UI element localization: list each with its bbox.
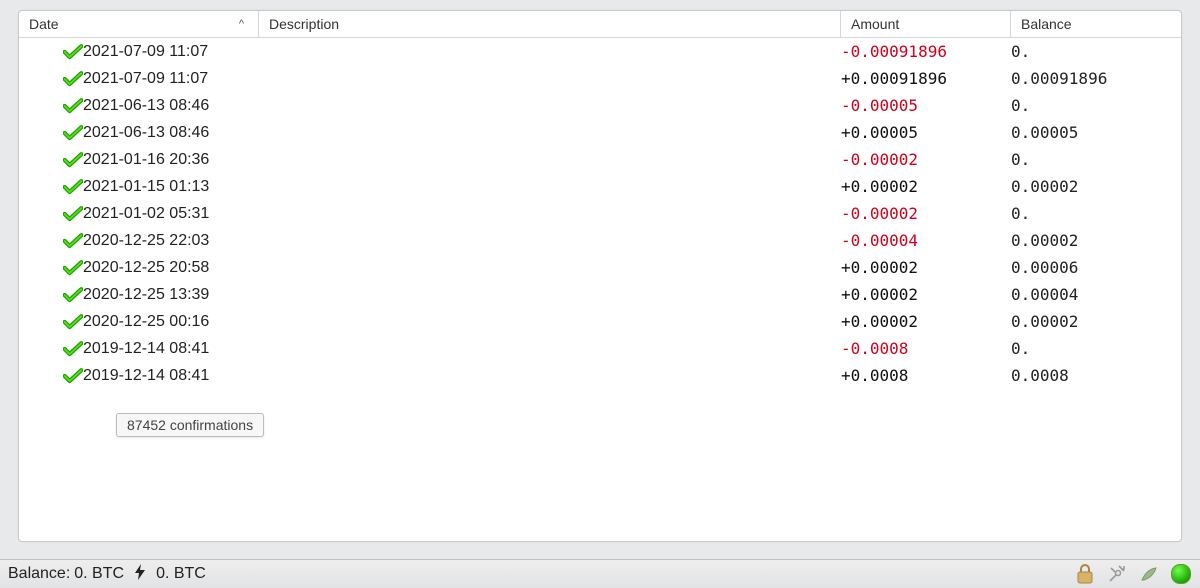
transaction-row[interactable]: 2020-12-25 20:58 +0.000020.00006: [19, 254, 1181, 281]
sort-ascending-icon: ^: [239, 18, 244, 30]
cell-date: 2021-06-13 08:46: [83, 124, 279, 142]
cell-amount: -0.0008: [841, 339, 1011, 358]
transaction-row[interactable]: 2019-12-14 08:41 -0.00080.: [19, 335, 1181, 362]
cell-date: 2020-12-25 13:39: [83, 286, 279, 304]
transaction-row[interactable]: 2021-07-09 11:07 -0.000918960.: [19, 38, 1181, 65]
cell-amount: +0.0008: [841, 366, 1011, 385]
transaction-rows: 2021-07-09 11:07-0.000918960.2021-07-09 …: [19, 38, 1181, 541]
column-header-balance[interactable]: Balance: [1011, 11, 1181, 37]
tooltip-text: 87452 confirmations: [127, 417, 253, 433]
cell-balance: 0.00002: [1011, 177, 1181, 196]
cell-date: 2019-12-14 08:41: [83, 367, 279, 385]
cell-date: 2021-07-09 11:07: [83, 70, 279, 88]
cell-balance: 0.00005: [1011, 123, 1181, 142]
lock-icon[interactable]: [1074, 563, 1096, 585]
cell-balance: 0.: [1011, 150, 1181, 169]
cell-balance: 0.00002: [1011, 312, 1181, 331]
cell-date: 2021-07-09 11:07: [83, 43, 279, 61]
status-bar: Balance: 0. BTC 0. BTC: [0, 559, 1200, 588]
cell-amount: +0.00005: [841, 123, 1011, 142]
lightning-balance: 0. BTC: [156, 565, 206, 583]
cell-date: 2021-06-13 08:46: [83, 97, 279, 115]
confirmed-icon: [63, 260, 83, 276]
cell-amount: -0.00004: [841, 231, 1011, 250]
confirmed-icon: [63, 98, 83, 114]
tools-icon[interactable]: [1106, 563, 1128, 585]
transaction-row[interactable]: 2021-01-02 05:31 -0.000020.: [19, 200, 1181, 227]
balance-label: Balance:: [8, 565, 70, 583]
cell-balance: 0.00091896: [1011, 69, 1181, 88]
confirmed-icon: [63, 206, 83, 222]
network-status-icon[interactable]: [1170, 563, 1192, 585]
cell-balance: 0.: [1011, 42, 1181, 61]
cell-balance: 0.: [1011, 204, 1181, 223]
cell-date: 2021-01-16 20:36: [83, 151, 279, 169]
seed-icon[interactable]: [1138, 563, 1160, 585]
confirmed-icon: [63, 125, 83, 141]
column-label: Amount: [851, 16, 899, 32]
column-label: Description: [269, 16, 339, 32]
transaction-row[interactable]: 2021-01-16 20:36 -0.000020.: [19, 146, 1181, 173]
transaction-row[interactable]: 2020-12-25 13:39 +0.000020.00004: [19, 281, 1181, 308]
confirmed-icon: [63, 314, 83, 330]
cell-amount: +0.00002: [841, 177, 1011, 196]
balance-value: 0. BTC: [74, 565, 124, 583]
cell-amount: +0.00002: [841, 258, 1011, 277]
column-label: Balance: [1021, 16, 1072, 32]
confirmed-icon: [63, 44, 83, 60]
column-header-description[interactable]: Description: [259, 11, 841, 37]
column-header-date[interactable]: Date ^: [19, 11, 259, 37]
confirmed-icon: [63, 287, 83, 303]
cell-date: 2021-01-15 01:13: [83, 178, 279, 196]
confirmations-tooltip: 87452 confirmations: [116, 413, 264, 437]
cell-amount: -0.00091896: [841, 42, 1011, 61]
column-header-amount[interactable]: Amount: [841, 11, 1011, 37]
confirmed-icon: [63, 341, 83, 357]
cell-amount: +0.00091896: [841, 69, 1011, 88]
transaction-row[interactable]: 2019-12-14 08:41 +0.00080.0008: [19, 362, 1181, 389]
confirmed-icon: [63, 233, 83, 249]
transaction-row[interactable]: 2021-07-09 11:07 +0.000918960.00091896: [19, 65, 1181, 92]
status-bar-right: [1074, 563, 1192, 585]
confirmed-icon: [63, 179, 83, 195]
cell-balance: 0.00006: [1011, 258, 1181, 277]
cell-amount: -0.00002: [841, 204, 1011, 223]
column-header-row: Date ^ Description Amount Balance: [19, 11, 1181, 38]
transaction-row[interactable]: 2021-01-15 01:13 +0.000020.00002: [19, 173, 1181, 200]
confirmed-icon: [63, 71, 83, 87]
cell-date: 2020-12-25 22:03: [83, 232, 279, 250]
cell-amount: -0.00002: [841, 150, 1011, 169]
cell-date: 2020-12-25 20:58: [83, 259, 279, 277]
column-label: Date: [29, 16, 59, 32]
cell-balance: 0.0008: [1011, 366, 1181, 385]
cell-amount: -0.00005: [841, 96, 1011, 115]
cell-date: 2020-12-25 00:16: [83, 313, 279, 331]
transaction-row[interactable]: 2020-12-25 00:16 +0.000020.00002: [19, 308, 1181, 335]
lightning-icon: [134, 564, 146, 585]
cell-balance: 0.: [1011, 339, 1181, 358]
transaction-row[interactable]: 2021-06-13 08:46 -0.000050.: [19, 92, 1181, 119]
transaction-row[interactable]: 2021-06-13 08:46 +0.000050.00005: [19, 119, 1181, 146]
cell-date: 2019-12-14 08:41: [83, 340, 279, 358]
confirmed-icon: [63, 152, 83, 168]
cell-amount: +0.00002: [841, 285, 1011, 304]
confirmed-icon: [63, 368, 83, 384]
cell-balance: 0.00002: [1011, 231, 1181, 250]
cell-balance: 0.00004: [1011, 285, 1181, 304]
cell-balance: 0.: [1011, 96, 1181, 115]
transactions-panel: Date ^ Description Amount Balance 2021-0…: [18, 10, 1182, 542]
cell-date: 2021-01-02 05:31: [83, 205, 279, 223]
cell-amount: +0.00002: [841, 312, 1011, 331]
transaction-row[interactable]: 2020-12-25 22:03 -0.000040.00002: [19, 227, 1181, 254]
